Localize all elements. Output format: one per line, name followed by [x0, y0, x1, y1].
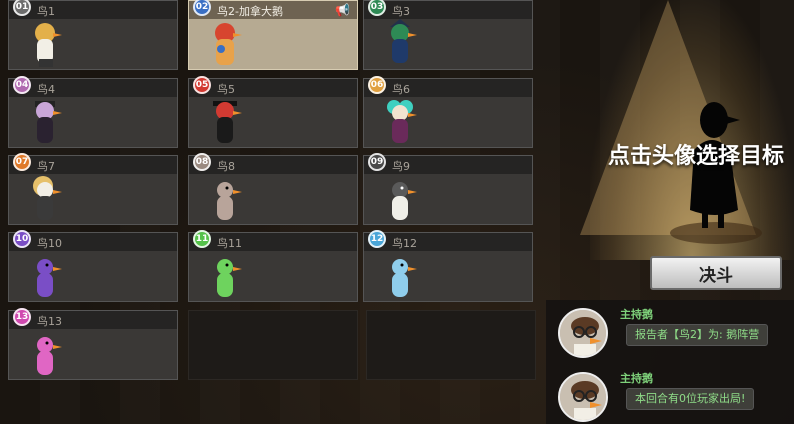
- goose-avatar-icon: [217, 182, 242, 220]
- player-card-13[interactable]: 13 鸟13: [8, 308, 178, 380]
- player-number-badge: 04: [13, 76, 31, 94]
- player-number-badge: 10: [13, 230, 31, 248]
- chat-message: 主持鹅 本回合有0位玩家出局!: [546, 366, 794, 424]
- chat-bubble: 报告者【鸟2】为: 鹅阵营: [626, 324, 769, 346]
- player-name: 鸟6: [392, 83, 410, 96]
- goose-avatar-icon: [215, 23, 242, 65]
- player-number-badge: 09: [368, 153, 386, 171]
- goose-avatar-icon: [560, 374, 606, 420]
- player-card-3[interactable]: 03 鸟3: [363, 0, 533, 70]
- player-number-badge: 07: [13, 153, 31, 171]
- player-number-badge: 05: [193, 76, 211, 94]
- host-goose-avatar: [558, 372, 608, 422]
- card-header: [9, 1, 177, 19]
- host-goose-avatar: [558, 308, 608, 358]
- card-header: [9, 79, 177, 97]
- player-card-7[interactable]: 07 鸟7: [8, 153, 178, 225]
- chat-bubble: 本回合有0位玩家出局!: [626, 388, 755, 410]
- goose-avatar-icon: [33, 176, 62, 220]
- player-number-badge: 11: [193, 230, 211, 248]
- empty-slot: [366, 310, 536, 380]
- player-name: 鸟12: [392, 237, 417, 250]
- player-card-10[interactable]: 10 鸟10: [8, 230, 178, 302]
- card-header: [9, 156, 177, 174]
- player-name: 鸟8: [217, 160, 235, 173]
- speaker-icon: 📢: [335, 3, 350, 17]
- player-card-4[interactable]: 04 鸟4: [8, 76, 178, 148]
- player-name: 鸟5: [217, 83, 235, 96]
- card-header: [189, 233, 357, 251]
- card-header: [364, 79, 532, 97]
- player-card-9[interactable]: 09 鸟9: [363, 153, 533, 225]
- player-name: 鸟11: [217, 237, 242, 250]
- player-card-5[interactable]: 05 鸟5: [188, 76, 358, 148]
- card-header: [189, 156, 357, 174]
- player-number-badge: 12: [368, 230, 386, 248]
- player-grid: 01 鸟1 02 鸟2-加拿大鹅 📢 03 鸟3 04 鸟4 05 鸟5 06 …: [0, 0, 540, 424]
- card-header: [9, 233, 177, 251]
- goose-avatar-icon: [37, 259, 62, 297]
- goose-avatar-icon: [390, 19, 417, 63]
- card-header: [364, 1, 532, 19]
- select-target-prompt: 点击头像选择目标: [608, 144, 785, 169]
- goose-avatar-icon: [35, 23, 62, 67]
- player-card-6[interactable]: 06 鸟6: [363, 76, 533, 148]
- chat-sender: 主持鹅: [620, 372, 653, 385]
- goose-avatar-icon: [35, 101, 62, 143]
- goose-avatar-icon: [387, 100, 417, 143]
- empty-slot: [188, 310, 358, 380]
- player-name: 鸟4: [37, 83, 55, 96]
- player-name: 鸟7: [37, 160, 55, 173]
- player-card-1[interactable]: 01 鸟1: [8, 0, 178, 70]
- player-number-badge: 13: [13, 308, 31, 326]
- player-card-2[interactable]: 02 鸟2-加拿大鹅 📢: [188, 0, 358, 70]
- player-name: 鸟13: [37, 315, 62, 328]
- goose-avatar-icon: [560, 310, 606, 356]
- chat-message: 主持鹅 报告者【鸟2】为: 鹅阵营: [546, 302, 794, 360]
- goose-avatar-icon: [37, 337, 62, 375]
- player-number-badge: 08: [193, 153, 211, 171]
- chat-sender: 主持鹅: [620, 308, 653, 321]
- player-name: 鸟10: [37, 237, 62, 250]
- goose-avatar-icon: [392, 259, 417, 297]
- card-header: [364, 156, 532, 174]
- duel-button[interactable]: 决斗: [650, 256, 782, 290]
- player-number-badge: 06: [368, 76, 386, 94]
- chat-log: 主持鹅 报告者【鸟2】为: 鹅阵营 主持鹅 本回合有0位玩家出局!: [546, 300, 794, 424]
- goose-avatar-icon: [392, 182, 417, 220]
- player-name: 鸟2-加拿大鹅: [217, 5, 283, 18]
- player-name: 鸟1: [37, 5, 55, 18]
- player-card-12[interactable]: 12 鸟12: [363, 230, 533, 302]
- player-card-8[interactable]: 08 鸟8: [188, 153, 358, 225]
- player-name: 鸟3: [392, 5, 410, 18]
- player-name: 鸟9: [392, 160, 410, 173]
- card-header: [189, 79, 357, 97]
- card-header: [9, 311, 177, 329]
- goose-avatar-icon: [217, 259, 242, 297]
- card-header: [364, 233, 532, 251]
- goose-avatar-icon: [213, 101, 242, 143]
- player-card-11[interactable]: 11 鸟11: [188, 230, 358, 302]
